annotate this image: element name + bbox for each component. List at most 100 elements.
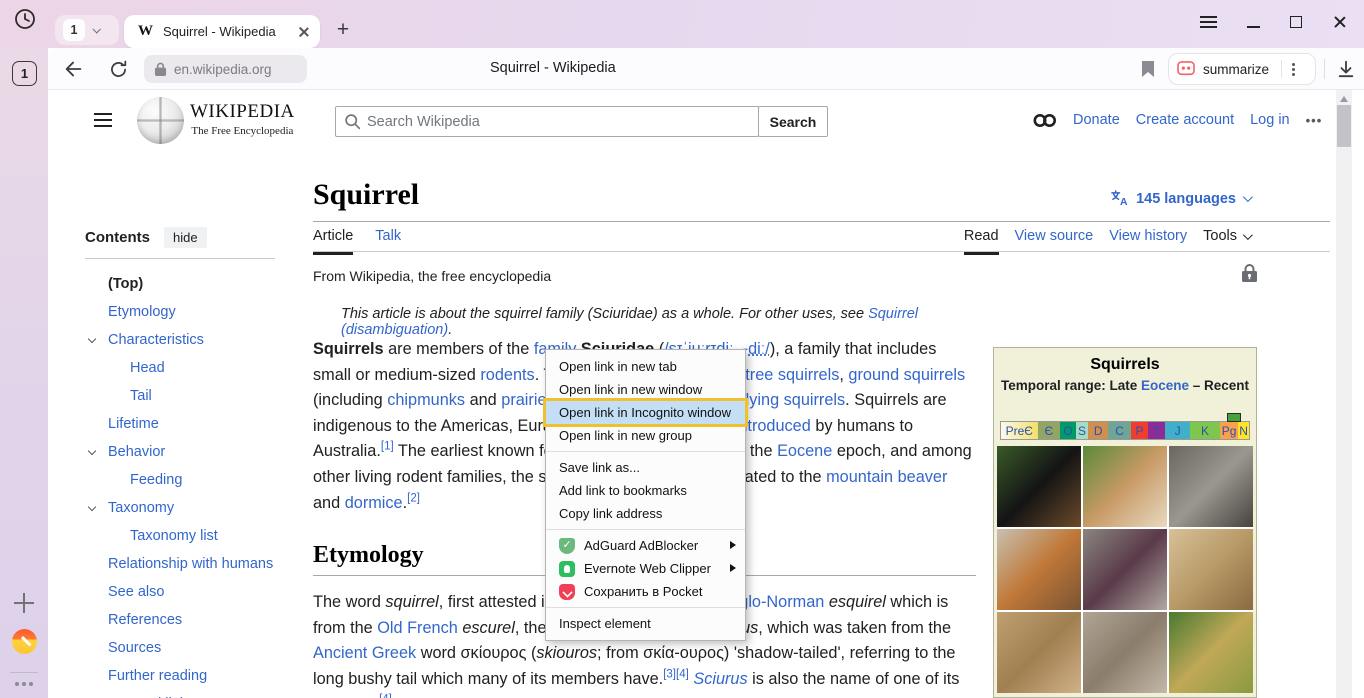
wikipedia-wordmark[interactable]: WIKIPEDIA The Free Encyclopedia <box>190 101 295 137</box>
wikipedia-globe-logo[interactable] <box>137 97 184 144</box>
chevron-down-icon[interactable] <box>88 447 96 455</box>
menu-item-save-link-as[interactable]: Save link as... <box>546 456 745 479</box>
contents-divider <box>85 258 275 259</box>
menu-item-save-to-pocket[interactable]: Сохранить в Pocket <box>546 580 745 603</box>
squirrel-photo[interactable] <box>1083 446 1167 527</box>
sidebar-item-lifetime[interactable]: Lifetime <box>85 410 297 438</box>
browser-tab[interactable]: W Squirrel - Wikipedia <box>124 15 320 48</box>
rail-tab-count-badge[interactable]: 1 <box>12 61 37 86</box>
contents-sidebar: Contents hide (Top) Etymology Characteri… <box>85 227 297 698</box>
languages-label[interactable]: 145 languages <box>1136 191 1236 207</box>
page-protection-lock-icon[interactable] <box>1241 264 1258 288</box>
tab-group-pill[interactable]: 1 <box>55 15 119 45</box>
tab-view-history[interactable]: View history <box>1109 228 1187 252</box>
downloads-button[interactable] <box>1334 57 1358 81</box>
window-minimize-button[interactable] <box>1244 12 1262 32</box>
sidebar-item-behavior[interactable]: Behavior <box>85 438 297 466</box>
sidebar-item-top[interactable]: (Top) <box>85 270 297 298</box>
timeline-segment-precambrian[interactable]: PreЄ <box>1001 422 1038 439</box>
timeline-segment-devonian[interactable]: D <box>1088 422 1108 439</box>
menu-item-inspect-element[interactable]: Inspect element <box>546 612 745 635</box>
menu-item-open-link-new-group[interactable]: Open link in new group <box>546 424 745 447</box>
scrollbar-thumb[interactable] <box>1337 105 1351 147</box>
timeline-segment-triassic[interactable]: T <box>1148 422 1165 439</box>
squirrel-photo[interactable] <box>1169 612 1253 693</box>
reload-button[interactable] <box>106 57 130 81</box>
browser-chrome: 1 W Squirrel - Wikipedia + <box>0 0 1364 48</box>
squirrel-photo[interactable] <box>997 529 1081 610</box>
new-tab-button[interactable]: + <box>330 17 356 43</box>
squirrel-photo[interactable] <box>997 612 1081 693</box>
timeline-segment-permian[interactable]: P <box>1131 422 1148 439</box>
timeline-segment-jurassic[interactable]: J <box>1165 422 1190 439</box>
menu-item-open-link-new-window[interactable]: Open link in new window <box>546 378 745 401</box>
log-in-link[interactable]: Log in <box>1250 112 1290 128</box>
sidebar-item-characteristics[interactable]: Characteristics <box>85 326 297 354</box>
menu-item-open-link-incognito-window[interactable]: Open link in Incognito window <box>546 401 745 424</box>
timeline-segment-paleogene[interactable]: Pg <box>1220 422 1238 439</box>
sidebar-item-see-also[interactable]: See also <box>85 578 297 606</box>
sidebar-item-further-reading[interactable]: Further reading <box>85 662 297 690</box>
timeline-segment-cretaceous[interactable]: K <box>1190 422 1220 439</box>
squirrel-photo[interactable] <box>1169 529 1253 610</box>
tab-tools[interactable]: Tools <box>1203 228 1250 252</box>
menu-item-copy-link-address[interactable]: Copy link address <box>546 502 745 525</box>
languages-button[interactable]: A 145 languages <box>1110 190 1250 207</box>
summarize-more-icon[interactable] <box>1292 68 1295 71</box>
donate-link[interactable]: Donate <box>1073 112 1120 128</box>
page-title: Squirrel <box>313 178 419 212</box>
window-close-button[interactable] <box>1330 12 1350 32</box>
rail-add-icon[interactable] <box>12 591 36 615</box>
wiki-hamburger-menu[interactable] <box>94 113 112 127</box>
scrollbar-up-arrow[interactable] <box>1340 96 1348 102</box>
sidebar-item-relationship-with-humans[interactable]: Relationship with humans <box>85 550 297 578</box>
chevron-down-icon[interactable] <box>88 335 96 343</box>
chevron-down-icon[interactable] <box>92 25 100 33</box>
bookmark-icon[interactable] <box>1136 57 1160 81</box>
sidebar-item-sources[interactable]: Sources <box>85 634 297 662</box>
timeline-segment-cambrian[interactable]: Є <box>1038 422 1061 439</box>
yandex-mail-icon[interactable] <box>12 629 37 654</box>
history-icon[interactable] <box>12 6 38 32</box>
sidebar-item-taxonomy[interactable]: Taxonomy <box>85 494 297 522</box>
menu-item-add-link-to-bookmarks[interactable]: Add link to bookmarks <box>546 479 745 502</box>
timeline-segment-carboniferous[interactable]: C <box>1108 422 1131 439</box>
svg-text:A: A <box>1120 197 1128 207</box>
window-maximize-button[interactable] <box>1287 12 1305 32</box>
timeline-segment-silurian[interactable]: S <box>1076 422 1088 439</box>
sidebar-item-etymology[interactable]: Etymology <box>85 298 297 326</box>
sidebar-item-feeding[interactable]: Feeding <box>85 466 297 494</box>
tab-close-icon[interactable] <box>298 26 310 38</box>
sidebar-item-taxonomy-list[interactable]: Taxonomy list <box>85 522 297 550</box>
timeline-segment-neogene[interactable]: N <box>1238 422 1249 439</box>
menu-item-open-link-new-tab[interactable]: Open link in new tab <box>546 355 745 378</box>
wikimedia-infinity-icon[interactable] <box>1033 113 1057 128</box>
rail-more-icon[interactable] <box>15 682 19 686</box>
sidebar-item-head[interactable]: Head <box>85 354 297 382</box>
menu-item-adguard[interactable]: AdGuard AdBlocker <box>546 534 745 557</box>
squirrel-photo[interactable] <box>1083 612 1167 693</box>
search-button[interactable]: Search <box>758 106 828 137</box>
browser-menu-icon[interactable] <box>1198 12 1218 32</box>
tab-view-source[interactable]: View source <box>1015 228 1094 252</box>
address-bar[interactable]: en.wikipedia.org <box>144 55 307 83</box>
sidebar-item-tail[interactable]: Tail <box>85 382 297 410</box>
back-button[interactable] <box>62 57 86 81</box>
create-account-link[interactable]: Create account <box>1136 112 1234 128</box>
wiki-search-box[interactable] <box>335 106 759 137</box>
sidebar-item-references[interactable]: References <box>85 606 297 634</box>
summarize-button[interactable]: summarize <box>1168 53 1316 85</box>
user-menu-dots-icon[interactable]: ••• <box>1306 113 1323 128</box>
search-input[interactable] <box>367 114 758 130</box>
squirrel-photo[interactable] <box>997 446 1081 527</box>
squirrel-photo-grid <box>997 446 1253 693</box>
contents-hide-button[interactable]: hide <box>164 227 207 248</box>
chevron-down-icon[interactable] <box>88 503 96 511</box>
menu-item-evernote[interactable]: Evernote Web Clipper <box>546 557 745 580</box>
squirrel-photo[interactable] <box>1169 446 1253 527</box>
timeline-segment-ordovician[interactable]: O <box>1060 422 1076 439</box>
squirrel-photo[interactable] <box>1083 529 1167 610</box>
sidebar-item-external-links[interactable]: External links <box>85 690 297 698</box>
page-scrollbar[interactable] <box>1336 90 1352 698</box>
chevron-down-icon[interactable] <box>1243 192 1253 202</box>
